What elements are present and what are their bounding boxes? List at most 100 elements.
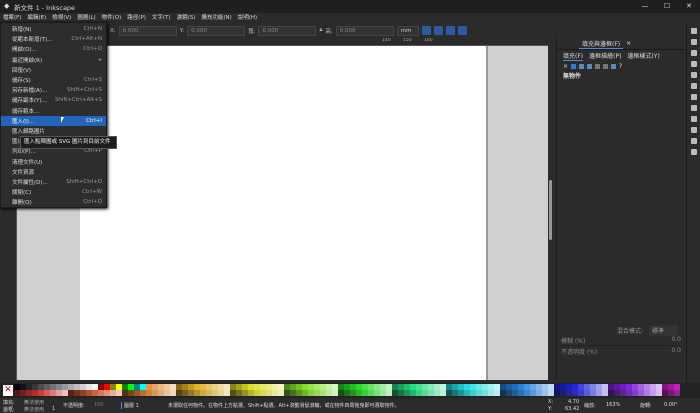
- undo-icon[interactable]: [690, 94, 697, 100]
- menu-item[interactable]: 儲存副本(Y)... Shift+Ctrl+Alt+S: [1, 95, 106, 105]
- cut-icon[interactable]: [690, 127, 697, 133]
- opacity-input[interactable]: 100: [94, 402, 104, 408]
- menu-item-shortcut: Shift+Ctrl+D: [66, 178, 102, 185]
- status-message: 未選取任何物件。在物件上方點選、Shift+點選、Alt+滾動滑鼠滾輪，或在物件…: [168, 403, 400, 409]
- height-input[interactable]: 0.000: [335, 25, 394, 36]
- menu-item-label: 文件屬性(D)...: [12, 179, 48, 186]
- menu-item[interactable]: 關閉(C) Ctrl+W: [1, 187, 106, 197]
- lock-icon[interactable]: 🔒︎: [319, 27, 322, 34]
- menu-path[interactable]: 路徑(P): [124, 13, 149, 23]
- tab-stroke-paint[interactable]: 邊框描繪(P): [589, 51, 621, 60]
- color-palette: ✕: [0, 383, 700, 398]
- tab-stroke-style[interactable]: 邊框樣式(Y): [627, 51, 659, 60]
- stroke-value: 無法使用: [24, 407, 45, 413]
- status-bar: 填充: 無法使用 邊框: 無法使用 1 不透明度: 100 圖層 1 未選取任何…: [0, 398, 700, 413]
- tab-fill[interactable]: 填充(F): [563, 51, 584, 61]
- menu-item[interactable]: 文件資源: [1, 167, 106, 177]
- minimize-button[interactable]: —: [634, 0, 656, 13]
- menu-item[interactable]: 儲存(S) Ctrl+S: [1, 75, 106, 85]
- flat-color-button[interactable]: [571, 63, 577, 69]
- new-document-icon[interactable]: [690, 28, 697, 34]
- move-gradients-toggle[interactable]: [445, 26, 455, 35]
- swatch-button[interactable]: [611, 63, 617, 69]
- blur-input[interactable]: 0.0: [671, 336, 681, 345]
- paste-icon[interactable]: [690, 138, 697, 144]
- menu-item-shortcut: Ctrl+O: [83, 46, 102, 53]
- maximize-button[interactable]: ☐: [656, 0, 678, 13]
- menu-item-label: 回復(V): [12, 67, 32, 74]
- menu-item-label: 最近開啟(R): [12, 57, 43, 64]
- tab-fill-stroke[interactable]: 填充與邊框(F): [579, 39, 624, 49]
- menu-item-label: 文件資源: [12, 169, 35, 176]
- menu-item[interactable]: 離開(Q) Ctrl+Q: [1, 197, 106, 207]
- menu-item-label: 開啟(O)...: [12, 47, 37, 54]
- cursor-y-label: Y:: [548, 406, 553, 412]
- open-icon[interactable]: [690, 39, 697, 45]
- layer-select[interactable]: 圖層 1: [121, 402, 139, 409]
- inkscape-logo-icon: ◆: [4, 2, 10, 10]
- tool-controls-bar: X: 0.000 Y: 0.000 寬: 0.000 🔒︎ 高: 0.000 m…: [10, 23, 686, 38]
- opacity-label: 不透明度:: [63, 403, 85, 409]
- menu-text[interactable]: 文字(T): [149, 13, 174, 23]
- color-swatch[interactable]: [674, 390, 680, 396]
- pattern-button[interactable]: [603, 63, 609, 69]
- menu-filters[interactable]: 濾鏡(S): [174, 13, 199, 23]
- menu-item[interactable]: 從範本新增(T)... Ctrl+Alt+N: [1, 34, 106, 44]
- y-input[interactable]: 0.000: [187, 25, 246, 36]
- linear-gradient-button[interactable]: [579, 63, 585, 69]
- vertical-scrollbar[interactable]: [549, 180, 552, 240]
- menu-item[interactable]: 新增(N) Ctrl+N: [1, 24, 106, 34]
- menu-item-label: 關閉(C): [12, 190, 32, 197]
- menu-item[interactable]: 文件屬性(D)... Shift+Ctrl+D: [1, 177, 106, 187]
- paint-type-buttons: × ?: [557, 61, 686, 71]
- opacity-input[interactable]: 0.0: [671, 347, 681, 356]
- width-input[interactable]: 0.000: [258, 25, 317, 36]
- y-label: Y:: [179, 27, 185, 34]
- height-label: 高:: [325, 28, 333, 35]
- close-tab-icon[interactable]: ×: [626, 40, 631, 47]
- opacity-label: 不透明度 (%): [561, 349, 598, 356]
- close-button[interactable]: ✕: [678, 0, 700, 13]
- page[interactable]: [80, 46, 488, 380]
- blend-mode-select[interactable]: 標準: [649, 325, 679, 336]
- move-patterns-toggle[interactable]: [457, 26, 467, 35]
- print-icon[interactable]: [690, 61, 697, 67]
- cursor-y: 63.42: [565, 406, 580, 412]
- menu-item-label: 離開(Q): [12, 200, 32, 207]
- fill-value: 無法使用: [24, 400, 45, 406]
- unset-paint-button[interactable]: ?: [619, 63, 622, 70]
- menu-item[interactable]: 開啟(O)... Ctrl+O: [1, 44, 106, 54]
- menu-item[interactable]: 最近開啟(R) ▸: [1, 55, 106, 65]
- radial-gradient-button[interactable]: [587, 63, 593, 69]
- no-color-swatch[interactable]: ✕: [3, 385, 13, 396]
- menu-item-shortcut: Ctrl+P: [84, 148, 102, 155]
- scale-stroke-toggle[interactable]: [421, 26, 431, 35]
- menu-item[interactable]: 清理文件(U): [1, 156, 106, 166]
- stroke-width: 1: [52, 406, 56, 412]
- zoom-icon[interactable]: [690, 149, 697, 155]
- menu-item-label: 匯入(I)...: [12, 118, 35, 125]
- unit-select[interactable]: mm: [396, 25, 419, 36]
- export-icon[interactable]: [690, 83, 697, 89]
- menu-help[interactable]: 說明(H): [235, 13, 260, 23]
- rotate-input[interactable]: 0.00°: [664, 402, 678, 408]
- x-input[interactable]: 0.000: [118, 25, 177, 36]
- menu-item-shortcut: Ctrl+I: [85, 117, 102, 124]
- cursor-x: 4.70: [568, 399, 580, 405]
- import-icon[interactable]: [690, 72, 697, 78]
- save-icon[interactable]: [690, 50, 697, 56]
- no-paint-button[interactable]: ×: [563, 63, 568, 70]
- zoom-input[interactable]: 163%: [606, 402, 620, 408]
- menu-item[interactable]: 儲存範本...: [1, 106, 106, 116]
- scale-corners-toggle[interactable]: [433, 26, 443, 35]
- redo-icon[interactable]: [690, 105, 697, 111]
- menu-item[interactable]: 另存新檔(A)... Shift+Ctrl+S: [1, 85, 106, 95]
- menu-item[interactable]: 匯入網路圖片: [1, 126, 106, 136]
- rotate-label: 旋轉:: [640, 403, 652, 409]
- menu-item[interactable]: 匯入(I)... Ctrl+I: [1, 115, 106, 126]
- x-label: X:: [110, 27, 116, 34]
- menu-extensions[interactable]: 擴充功能(N): [198, 13, 234, 23]
- copy-icon[interactable]: [690, 116, 697, 122]
- mesh-gradient-button[interactable]: [595, 63, 601, 69]
- menu-item[interactable]: 回復(V): [1, 65, 106, 75]
